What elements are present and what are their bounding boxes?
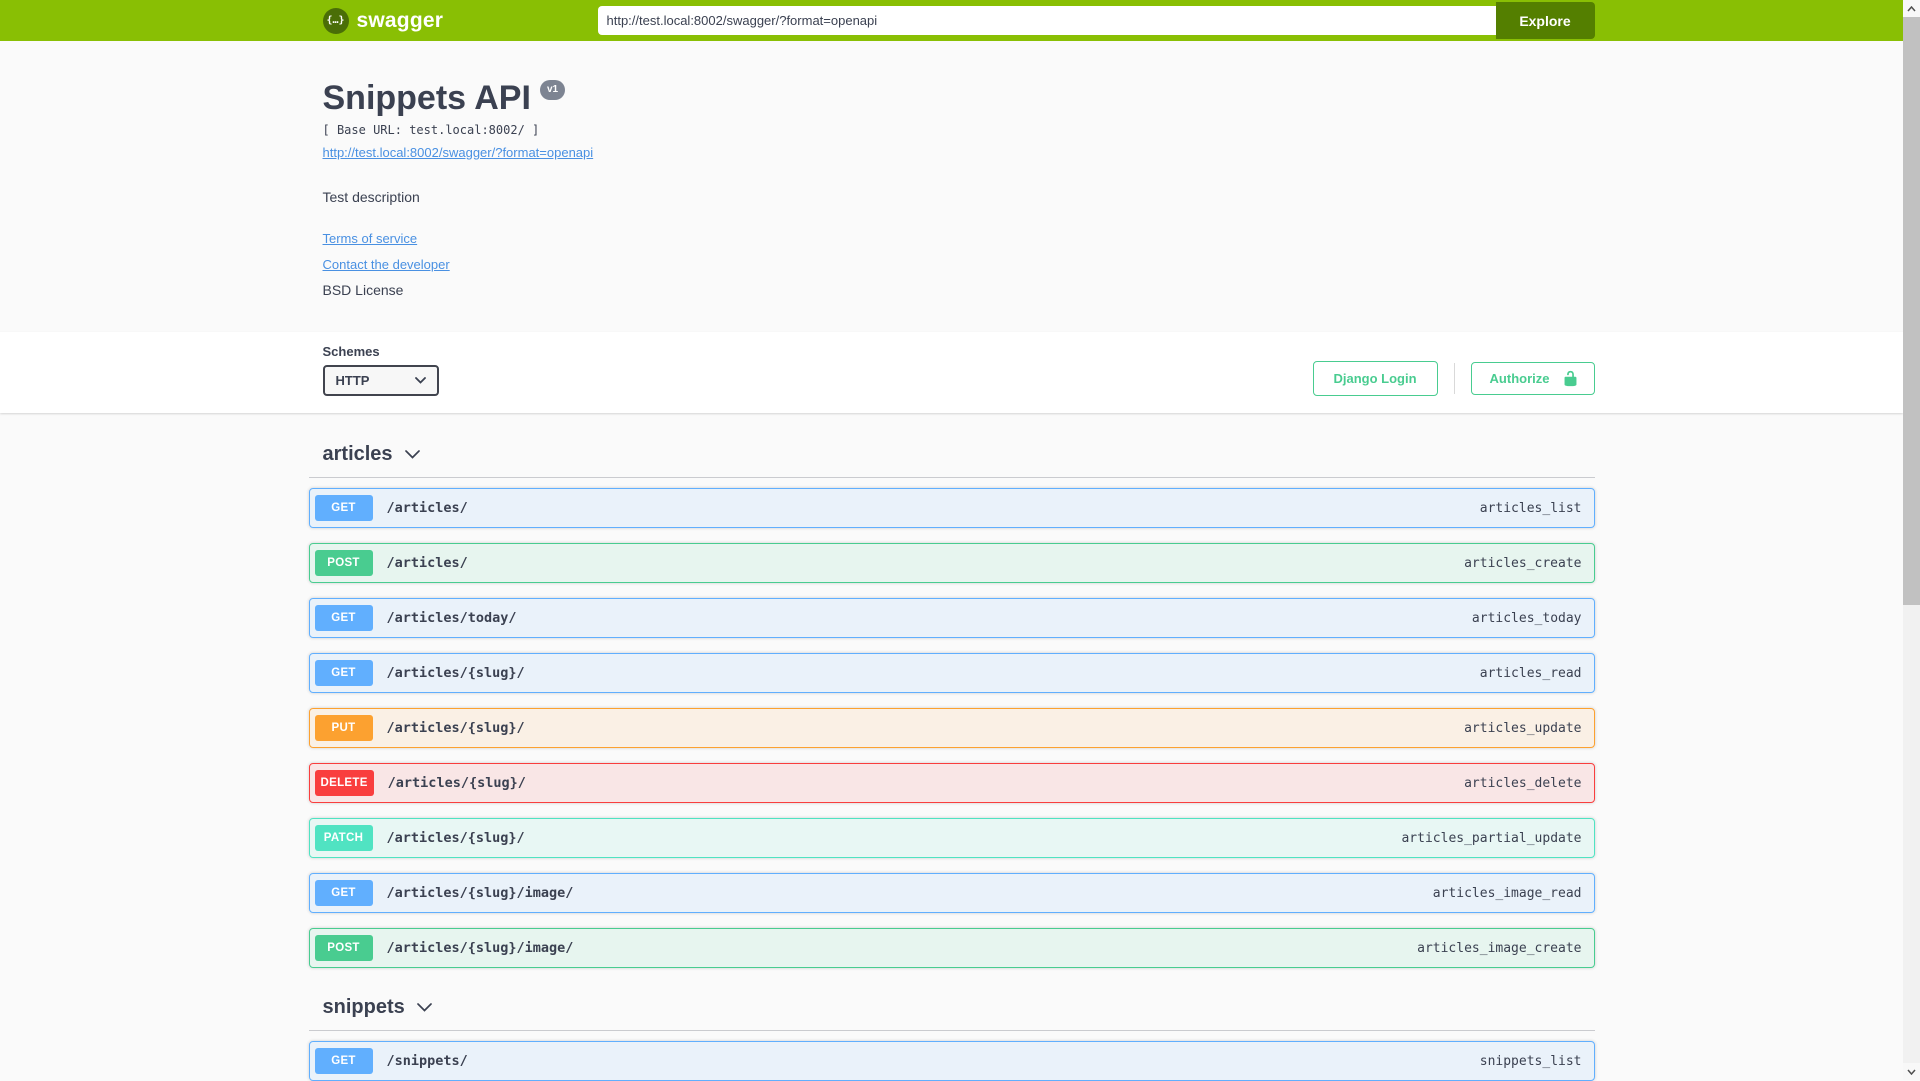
endpoint-path: /articles/	[386, 500, 468, 517]
tag-section: articles GET /articles/ articles_list PO…	[308, 433, 1595, 969]
endpoint-path: /articles/{slug}/	[386, 720, 525, 737]
chevron-down-icon	[414, 377, 426, 384]
chevron-down-icon	[404, 450, 420, 459]
endpoint-path: /articles/{slug}/image/	[386, 940, 574, 957]
scrollbar-thumb[interactable]	[1903, 17, 1920, 605]
chevron-down-icon	[416, 1003, 432, 1012]
license-text: BSD License	[322, 282, 404, 299]
page: {…} swagger Explore Snippets API v1 [ Ba…	[0, 0, 1903, 1081]
operation-id: articles_read	[1479, 665, 1582, 681]
chevron-up-icon	[1907, 5, 1916, 11]
method-badge: DELETE	[314, 770, 374, 797]
swagger-logo-icon: {…}	[322, 7, 349, 34]
section-operations: GET /snippets/ snippets_list	[308, 1041, 1595, 1081]
api-url-input[interactable]	[597, 6, 1496, 35]
endpoint-path: /articles/{slug}/image/	[386, 885, 574, 902]
method-badge: GET	[314, 495, 373, 522]
auth-wrapper: Django Login Authorize	[1312, 361, 1595, 397]
swagger-logo-text: swagger	[356, 8, 444, 32]
endpoint-row[interactable]: PUT /articles/{slug}/ articles_update	[308, 708, 1595, 749]
endpoint-row[interactable]: PATCH /articles/{slug}/ articles_partial…	[308, 818, 1595, 859]
authorize-label: Authorize	[1489, 371, 1550, 387]
method-badge: GET	[314, 880, 373, 907]
endpoint-path: /articles/today/	[386, 610, 517, 627]
operation-id: articles_image_create	[1417, 940, 1582, 956]
scheme-select[interactable]: HTTP	[322, 365, 439, 397]
tag-section: snippets GET /snippets/ snippets_list	[308, 986, 1595, 1081]
scheme-container: Schemes HTTP Django Login Authorize	[0, 332, 1903, 414]
operation-id: articles_image_read	[1432, 885, 1582, 901]
endpoint-row[interactable]: DELETE /articles/{slug}/ articles_delete	[308, 763, 1595, 804]
spec-link[interactable]: http://test.local:8002/swagger/?format=o…	[323, 145, 594, 160]
base-url: [ Base URL: test.local:8002/ ]	[322, 123, 540, 138]
authorize-button[interactable]: Authorize	[1470, 362, 1595, 396]
endpoint-path: /articles/{slug}/	[386, 665, 525, 682]
api-title: Snippets API	[322, 79, 531, 117]
operation-id: articles_create	[1464, 555, 1582, 571]
version-badge: v1	[539, 80, 566, 100]
auth-divider	[1453, 363, 1455, 395]
operation-id: snippets_list	[1479, 1053, 1582, 1069]
section-title: articles	[322, 443, 393, 466]
method-badge: GET	[314, 660, 373, 687]
method-badge: POST	[314, 935, 373, 962]
method-badge: POST	[314, 550, 373, 577]
method-badge: PUT	[314, 715, 373, 742]
info-section: Snippets API v1 [ Base URL: test.local:8…	[0, 41, 1903, 333]
contact-developer-link[interactable]: Contact the developer	[323, 257, 450, 272]
section-header[interactable]: articles	[308, 433, 1595, 479]
scrollbar-up-button[interactable]	[1903, 0, 1920, 17]
endpoint-path: /snippets/	[386, 1053, 468, 1070]
section-title: snippets	[322, 996, 405, 1019]
endpoint-row[interactable]: GET /articles/{slug}/ articles_read	[308, 653, 1595, 694]
terms-of-service-link[interactable]: Terms of service	[323, 231, 418, 246]
scrollbar[interactable]	[1903, 0, 1920, 1080]
section-operations: GET /articles/ articles_list POST /artic…	[308, 488, 1595, 969]
operations-list: articles GET /articles/ articles_list PO…	[308, 433, 1595, 1081]
scrollbar-down-button[interactable]	[1903, 1063, 1920, 1080]
operation-id: articles_list	[1479, 500, 1582, 516]
endpoint-row[interactable]: GET /snippets/ snippets_list	[308, 1041, 1595, 1081]
django-login-button[interactable]: Django Login	[1312, 361, 1438, 397]
method-badge: GET	[314, 605, 373, 632]
endpoint-row[interactable]: GET /articles/{slug}/image/ articles_ima…	[308, 873, 1595, 914]
api-description: Test description	[322, 189, 420, 206]
method-badge: GET	[314, 1048, 373, 1075]
operation-id: articles_delete	[1464, 775, 1582, 791]
endpoint-path: /articles/{slug}/	[386, 830, 525, 847]
chevron-down-icon	[1907, 1069, 1916, 1075]
endpoint-row[interactable]: GET /articles/ articles_list	[308, 488, 1595, 529]
endpoint-row[interactable]: POST /articles/ articles_create	[308, 543, 1595, 584]
explore-button[interactable]: Explore	[1495, 2, 1595, 39]
page-title: Snippets API v1	[309, 79, 1595, 118]
endpoint-row[interactable]: POST /articles/{slug}/image/ articles_im…	[308, 928, 1595, 969]
schemes-block: Schemes HTTP	[309, 344, 439, 397]
topbar: {…} swagger Explore	[0, 0, 1903, 41]
schemes-label: Schemes	[322, 344, 380, 360]
operation-id: articles_partial_update	[1401, 830, 1582, 846]
operation-id: articles_today	[1471, 610, 1582, 626]
endpoint-path: /articles/	[386, 555, 468, 572]
operation-id: articles_update	[1464, 720, 1582, 736]
section-header[interactable]: snippets	[308, 986, 1595, 1032]
scheme-selected-value: HTTP	[335, 373, 370, 389]
method-badge: PATCH	[314, 825, 373, 852]
swagger-logo[interactable]: {…} swagger	[309, 7, 444, 34]
endpoint-path: /articles/{slug}/	[387, 775, 526, 792]
download-url-wrapper: Explore	[597, 2, 1595, 39]
unlock-icon	[1564, 370, 1576, 387]
endpoint-row[interactable]: GET /articles/today/ articles_today	[308, 598, 1595, 639]
